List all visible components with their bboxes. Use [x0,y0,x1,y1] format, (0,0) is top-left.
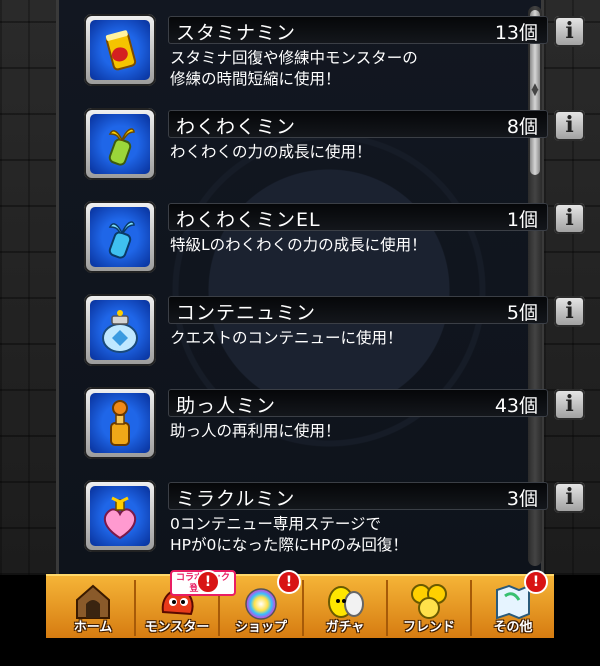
item-description: わくわくの力の成長に使用！ [170,143,372,161]
other-alert-badge: ! [524,570,548,594]
info-button[interactable]: i [554,296,585,327]
item-icon-frame [84,480,156,552]
rainbow-orb-icon [245,588,277,620]
item-count: 3個 [506,488,538,510]
info-button[interactable]: i [554,389,585,420]
bottom-black-bar [0,638,600,666]
shop-alert-badge: ! [277,570,301,594]
nav-friend-label: フレンド [402,620,455,635]
item-description: スタミナ回復や修練中モンスターの 修練の時間短縮に使用！ [170,49,418,88]
info-button[interactable]: i [554,110,585,141]
stone-wall-left [0,0,56,575]
nav-monster-label: モンスター [144,620,210,635]
list-item[interactable]: スタミナミン 13個 i スタミナ回復や修練中モンスターの 修練の時間短縮に使用… [84,14,585,92]
nav-home-button[interactable]: ホーム [52,576,134,640]
blue-bottle-icon [90,207,150,267]
sprout-bottle-icon [90,114,150,174]
scrollbar-grip-icon: ▲ ▼ [531,82,539,98]
house-icon [76,584,110,619]
item-name-bar: 助っ人ミン 43個 [168,389,548,417]
item-name: わくわくミンEL [176,209,321,231]
item-icon-frame [84,108,156,180]
item-name-bar: わくわくミンEL 1個 [168,203,548,231]
info-button[interactable]: i [554,203,585,234]
egg-icon [328,586,364,618]
item-icon-frame [84,387,156,459]
item-name-bar: ミラクルミン 3個 [168,482,548,510]
item-count: 43個 [494,395,538,417]
nav-home-label: ホーム [73,620,113,635]
item-description: 0コンテニュー専用ステージで HPが0になった際にHPのみ回復！ [170,515,408,554]
heart-bottle-icon [90,486,150,546]
list-item[interactable]: コンテニュミン 5個 i クエストのコンテニューに使用！ [84,294,585,372]
item-name: ミラクルミン [176,488,296,510]
item-name-bar: わくわくミン 8個 [168,110,548,138]
item-name-bar: スタミナミン 13個 [168,16,548,44]
list-item[interactable]: ミラクルミン 3個 i 0コンテニュー専用ステージで HPが0になった際にHPの… [84,480,585,558]
nav-gacha-button[interactable]: ガチャ [304,576,386,640]
item-count: 5個 [506,302,538,324]
nav-shop-label: ショップ [234,620,287,635]
item-count: 13個 [494,22,538,44]
item-count: 8個 [506,116,538,138]
item-name: コンテニュミン [176,302,317,324]
info-button[interactable]: i [554,16,585,47]
item-description: 助っ人の再利用に使用！ [170,422,341,440]
item-name-bar: コンテニュミン 5個 [168,296,548,324]
info-button[interactable]: i [554,482,585,513]
item-icon-frame [84,201,156,273]
helper-bottle-icon [90,393,150,453]
list-item[interactable]: 助っ人ミン 43個 i 助っ人の再利用に使用！ [84,387,585,465]
monster-alert-badge: ! [196,570,220,594]
nav-other-label: その他 [493,620,533,635]
nav-friend-button[interactable]: フレンド [388,576,470,640]
list-item[interactable]: わくわくミンEL 1個 i 特級Lのわくわくの力の成長に使用！ [84,201,585,279]
item-name: わくわくミン [176,116,297,138]
list-item[interactable]: わくわくミン 8個 i わくわくの力の成長に使用！ [84,108,585,186]
item-name: 助っ人ミン [176,395,277,417]
item-icon-frame [84,14,156,86]
friends-icon [411,584,447,619]
item-count: 1個 [506,209,538,231]
stamina-can-icon [90,20,150,80]
item-name: スタミナミン [176,22,297,44]
item-description: クエストのコンテニューに使用！ [170,329,403,347]
jar-icon [90,300,150,360]
item-icon-frame [84,294,156,366]
nav-gacha-label: ガチャ [325,620,365,635]
item-description: 特級Lのわくわくの力の成長に使用！ [170,236,427,254]
